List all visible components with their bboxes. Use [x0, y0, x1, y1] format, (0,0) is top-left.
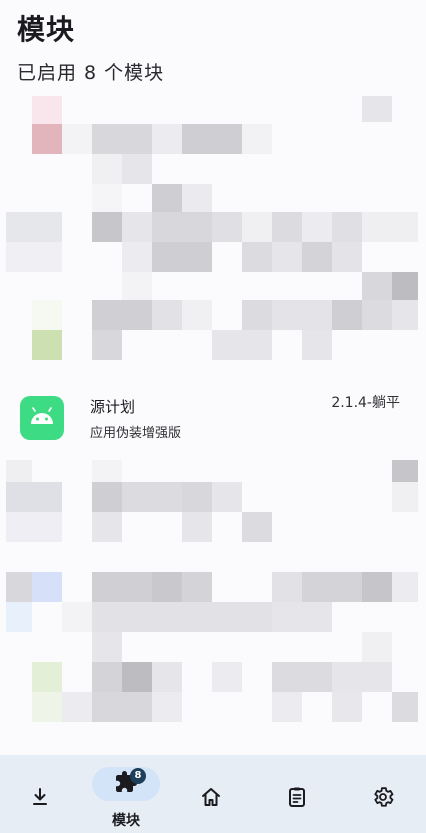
download-icon [33, 788, 47, 805]
nav-item-settings[interactable] [343, 755, 423, 833]
pixelated-region-bottom [6, 460, 418, 722]
page-title: 模块 [17, 13, 76, 46]
clipboard-icon [289, 787, 305, 807]
nav-item-download[interactable] [0, 755, 80, 833]
nav-item-modules[interactable]: 8 模块 [86, 755, 166, 833]
home-icon [202, 788, 220, 806]
gear-icon [374, 787, 394, 807]
enabled-count: 已启用 8 个模块 [17, 62, 165, 84]
module-name: 源计划 [90, 398, 136, 416]
bottom-navigation: 8 模块 [0, 755, 426, 833]
module-item[interactable]: 源计划 应用伪装增强版 2.1.4-躺平 [0, 380, 426, 460]
nav-item-home[interactable] [171, 755, 251, 833]
nav-label-modules: 模块 [112, 813, 140, 829]
module-version: 2.1.4-躺平 [331, 395, 400, 411]
modules-badge: 8 [130, 768, 146, 784]
android-icon [20, 396, 64, 440]
module-description: 应用伪装增强版 [90, 426, 182, 441]
pixelated-region-top [6, 96, 418, 360]
nav-item-logs[interactable] [257, 755, 337, 833]
